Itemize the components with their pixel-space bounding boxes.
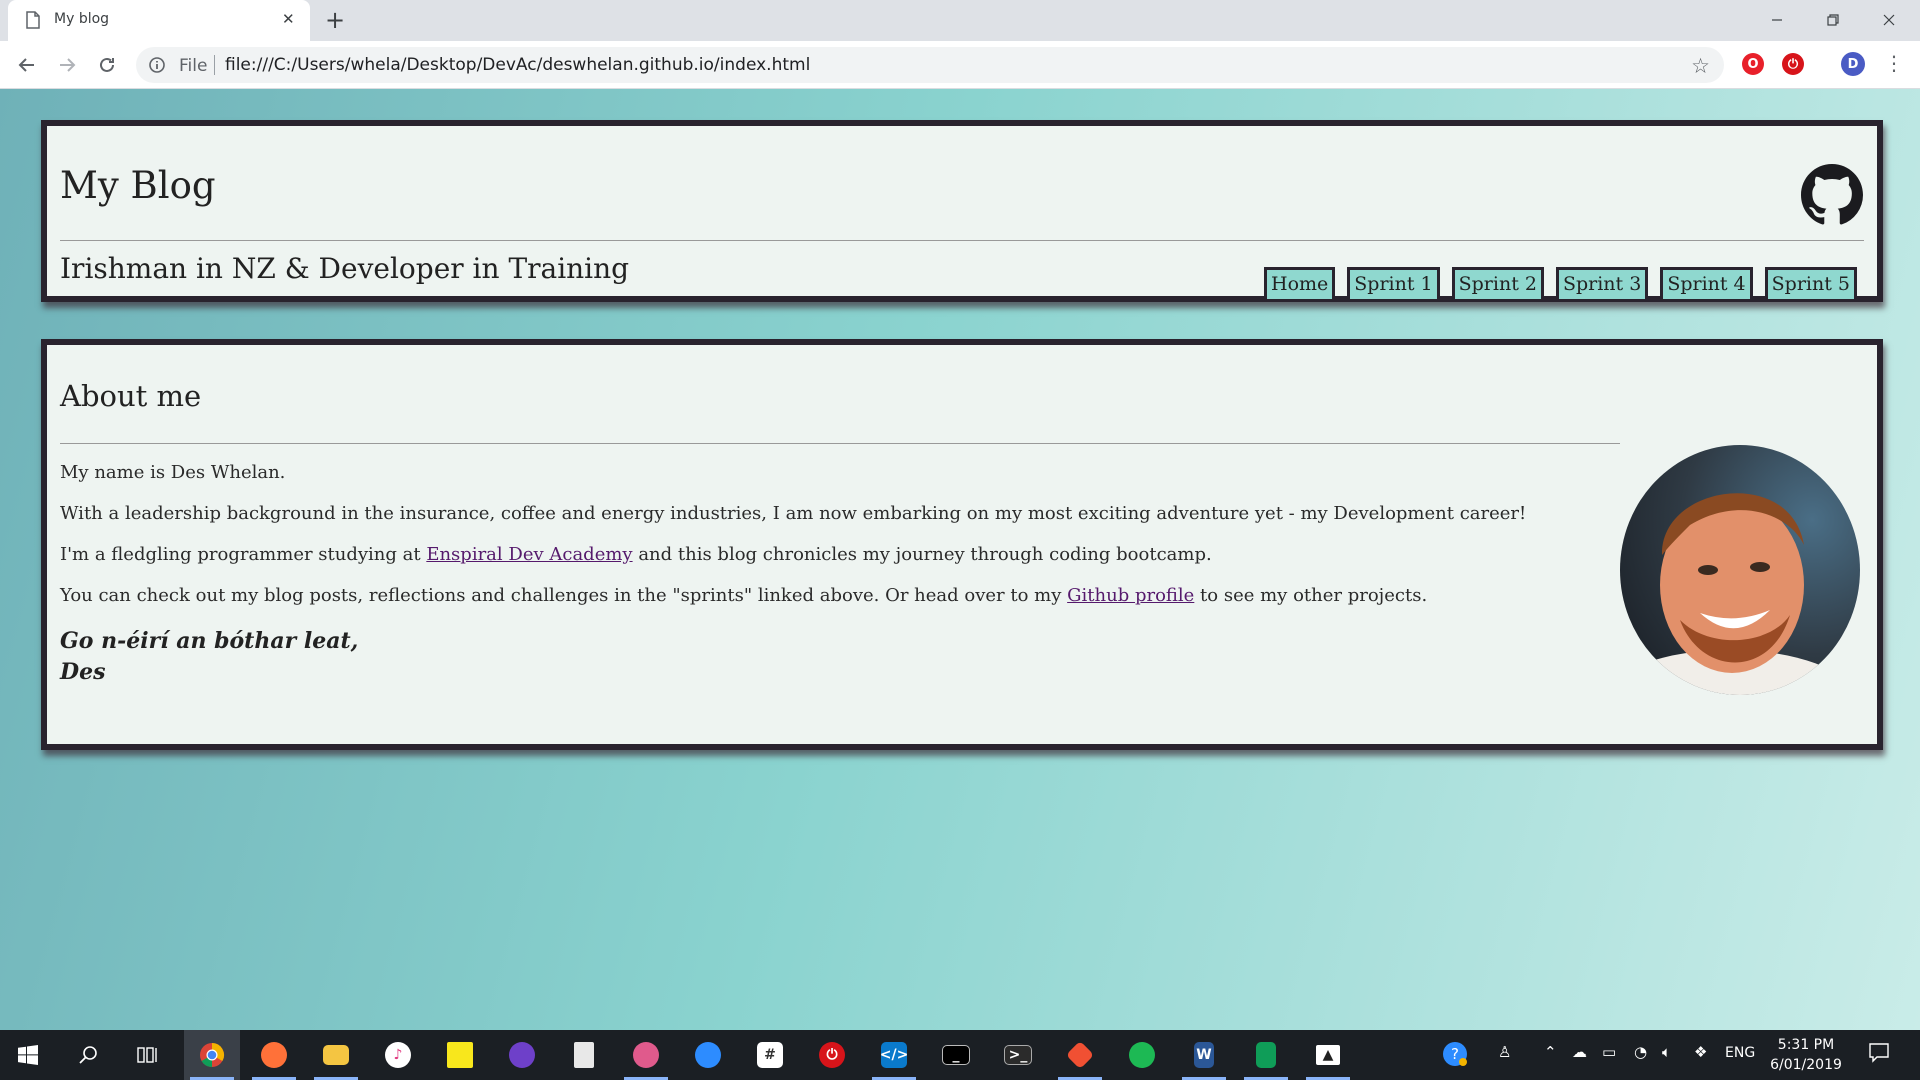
github-icon[interactable] [1801,164,1863,230]
taskbar-cmd-icon[interactable]: _ [928,1030,984,1080]
taskbar-sheets-icon[interactable] [1238,1030,1294,1080]
restore-button[interactable] [1810,4,1856,36]
blog-title: My Blog [60,164,216,207]
enspiral-link[interactable]: Enspiral Dev Academy [426,544,632,565]
taskbar-paint-icon[interactable] [618,1030,674,1080]
power-extension-icon[interactable]: ⏻ [1782,53,1804,75]
new-tab-button[interactable]: + [325,6,345,34]
clock[interactable]: 5:31 PM 6/01/2019 [1760,1035,1852,1075]
header-divider [60,240,1864,241]
academy-text-after: and this blog chronicles my journey thro… [632,544,1212,565]
profile-photo [1620,445,1860,695]
taskbar-spotify-icon[interactable] [1114,1030,1170,1080]
taskbar-zoom-icon[interactable] [680,1030,736,1080]
forward-button[interactable] [52,50,82,80]
start-button[interactable] [0,1030,56,1080]
header-panel: My Blog Irishman in NZ & Developer in Tr… [41,120,1883,302]
taskbar-file-explorer-icon[interactable] [308,1030,364,1080]
nav-home[interactable]: Home [1264,267,1336,302]
taskbar-git-icon[interactable] [1052,1030,1108,1080]
reload-button[interactable] [92,50,122,80]
blog-tagline: Irishman in NZ & Developer in Training [60,252,630,285]
battery-icon[interactable]: ▭ [1602,1043,1616,1061]
signoff-name: Des [60,659,106,685]
taskbar-itunes-icon[interactable]: ♪ [370,1030,426,1080]
browser-toolbar: File file:///C:/Users/whela/Desktop/DevA… [0,41,1920,89]
tab-title: My blog [54,11,110,27]
taskbar-terminal-icon[interactable]: >_ [990,1030,1046,1080]
close-window-button[interactable] [1866,4,1912,36]
nav-sprint-1[interactable]: Sprint 1 [1347,267,1440,302]
clock-time: 5:31 PM [1777,1037,1835,1053]
nav-sprint-5[interactable]: Sprint 5 [1764,267,1857,302]
language-indicator[interactable]: ENG [1725,1045,1755,1061]
taskbar-firefox-icon[interactable] [246,1030,302,1080]
clock-date: 6/01/2019 [1770,1057,1842,1073]
url-scheme-label: File [179,56,208,76]
people-icon[interactable]: ♙ [1498,1043,1511,1061]
sprints-text-before: You can check out my blog posts, reflect… [60,585,1068,606]
sprints-paragraph: You can check out my blog posts, reflect… [60,585,1620,606]
about-body: My name is Des Whelan. With a leadership… [60,462,1620,688]
signoff: Go n-éirí an bóthar leat, Des [60,626,1620,688]
tab-strip: My blog ✕ + [0,0,1920,41]
nav-sprint-3[interactable]: Sprint 3 [1555,267,1649,302]
volume-icon[interactable]: 🔈︎ [1662,1043,1671,1061]
opera-extension-icon[interactable]: O [1742,53,1764,75]
signoff-blessing: Go n-éirí an bóthar leat, [60,628,359,654]
taskbar-sticky-notes-icon[interactable] [432,1030,488,1080]
taskbar-power-icon[interactable]: ⏻ [804,1030,860,1080]
close-tab-icon[interactable]: ✕ [282,10,295,28]
about-divider [60,443,1620,444]
academy-paragraph: I'm a fledgling programmer studying at E… [60,544,1620,565]
taskbar-word-icon[interactable]: W [1176,1030,1232,1080]
wifi-icon[interactable]: ◔ [1634,1043,1647,1061]
sprints-text-after: to see my other projects. [1194,585,1428,606]
about-title: About me [60,379,202,413]
page-icon [26,11,40,33]
info-icon[interactable] [148,56,166,78]
task-view-icon[interactable] [120,1030,176,1080]
intro-paragraph: My name is Des Whelan. [60,462,286,483]
back-button[interactable] [12,50,42,80]
url-separator [214,55,215,75]
page-viewport: My Blog Irishman in NZ & Developer in Tr… [0,89,1920,1030]
url-text[interactable]: file:///C:/Users/whela/Desktop/DevAc/des… [225,55,810,75]
windows-taskbar: ♪ # ⏻ </> _ >_ W ▲ ? ♙ ⌃ ☁ ▭ ◔ 🔈︎ ❖ ENG … [0,1030,1920,1080]
dropbox-icon[interactable]: ❖ [1694,1043,1707,1061]
about-panel: About me My name is Des Whelan. With a l… [41,339,1883,750]
taskbar-slack-icon[interactable]: # [742,1030,798,1080]
nav-sprint-2[interactable]: Sprint 2 [1451,267,1544,302]
taskbar-photos-icon[interactable]: ▲ [1300,1030,1356,1080]
academy-text-before: I'm a fledgling programmer studying at [60,544,427,565]
nav-sprint-4[interactable]: Sprint 4 [1660,267,1753,302]
onedrive-cloud-icon[interactable]: ☁ [1572,1043,1587,1061]
github-profile-link[interactable]: Github profile [1067,585,1194,606]
taskbar-notepad-icon[interactable] [556,1030,612,1080]
sprint-nav: Home Sprint 1 Sprint 2 Sprint 3 Sprint 4… [1252,267,1857,302]
browser-tab[interactable]: My blog ✕ [8,0,310,41]
chevron-up-icon[interactable]: ⌃ [1544,1043,1557,1061]
menu-kebab-icon[interactable]: ⋮ [1884,51,1904,75]
address-bar[interactable]: File file:///C:/Users/whela/Desktop/DevA… [136,47,1724,83]
bookmark-star-icon[interactable]: ☆ [1691,54,1710,78]
background-paragraph: With a leadership background in the insu… [60,503,1527,524]
taskbar-vscode-icon[interactable]: </> [866,1030,922,1080]
profile-avatar[interactable]: D [1841,52,1865,76]
help-icon[interactable]: ? [1442,1041,1468,1071]
taskbar-github-desktop-icon[interactable] [494,1030,550,1080]
notifications-icon[interactable] [1868,1041,1890,1067]
taskbar-chrome-icon[interactable] [184,1030,240,1080]
minimize-button[interactable] [1754,4,1800,36]
svg-text:?: ? [1451,1045,1459,1063]
search-icon[interactable] [60,1030,116,1080]
